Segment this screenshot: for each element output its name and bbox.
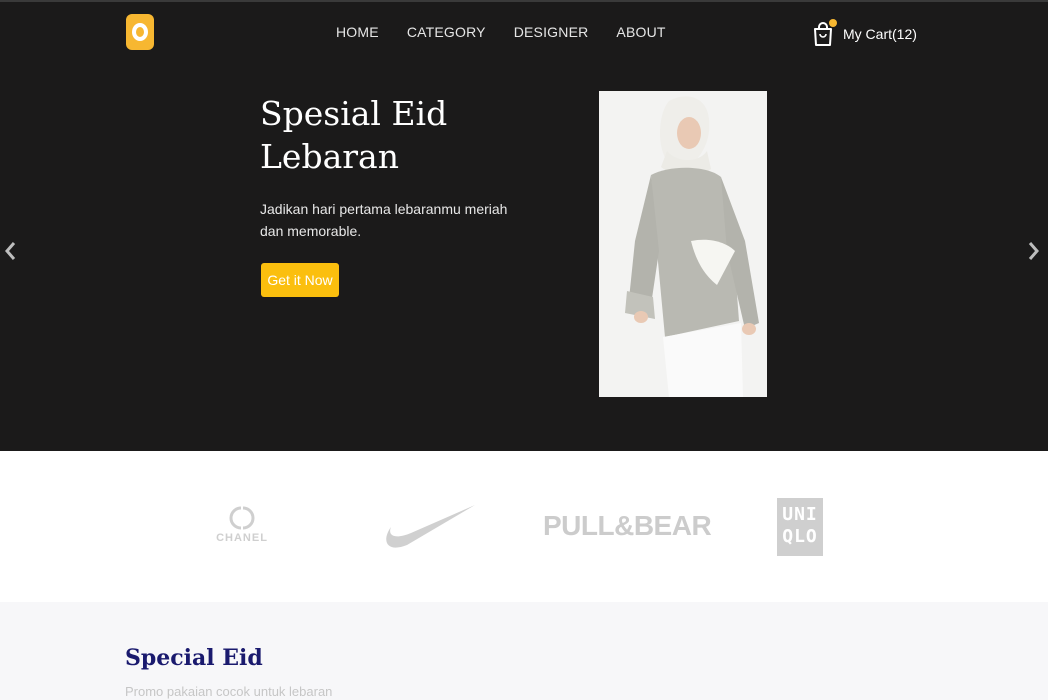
special-title: Special Eid xyxy=(125,645,263,671)
nav-designer[interactable]: DESIGNER xyxy=(514,24,589,40)
special-subtitle: Promo pakaian cocok untuk lebaran xyxy=(125,684,333,699)
main-nav: HOME CATEGORY DESIGNER ABOUT xyxy=(336,24,694,40)
nav-home[interactable]: HOME xyxy=(336,24,379,40)
brand-strip xyxy=(0,451,1048,602)
hero-banner: HOME CATEGORY DESIGNER ABOUT My Cart(12)… xyxy=(0,0,1048,451)
chevron-right-icon xyxy=(1028,242,1039,260)
brand-chanel[interactable]: CHANEL xyxy=(214,504,270,544)
brand-nike[interactable] xyxy=(377,503,477,556)
hero-title: Spesial Eid Lebaran xyxy=(260,94,448,176)
carousel-prev-button[interactable] xyxy=(3,240,19,262)
hero-description: Jadikan hari pertama lebaranmu meriah da… xyxy=(260,201,508,239)
hero-product-image xyxy=(599,91,767,397)
carousel-next-button[interactable] xyxy=(1025,240,1041,262)
cart-label: My Cart(12) xyxy=(843,26,917,42)
uniqlo-logo-line2: QLO xyxy=(782,526,818,547)
shopping-bag-icon xyxy=(812,19,837,47)
nav-about[interactable]: ABOUT xyxy=(616,24,665,40)
chevron-left-icon xyxy=(5,242,16,260)
logo-icon[interactable] xyxy=(126,14,154,50)
cart-button[interactable]: My Cart(12) xyxy=(812,19,917,47)
brand-uniqlo[interactable]: UNI QLO xyxy=(777,498,823,556)
brand-pull-and-bear[interactable]: PULL&BEAR xyxy=(543,510,712,542)
nav-category[interactable]: CATEGORY xyxy=(407,24,486,40)
chanel-logo xyxy=(229,506,255,530)
uniqlo-logo-line1: UNI xyxy=(782,504,818,525)
cart-badge-dot xyxy=(829,19,837,27)
nike-swoosh-logo xyxy=(386,505,475,548)
get-it-now-button[interactable]: Get it Now xyxy=(261,263,339,297)
chanel-wordmark: CHANEL xyxy=(216,532,268,544)
